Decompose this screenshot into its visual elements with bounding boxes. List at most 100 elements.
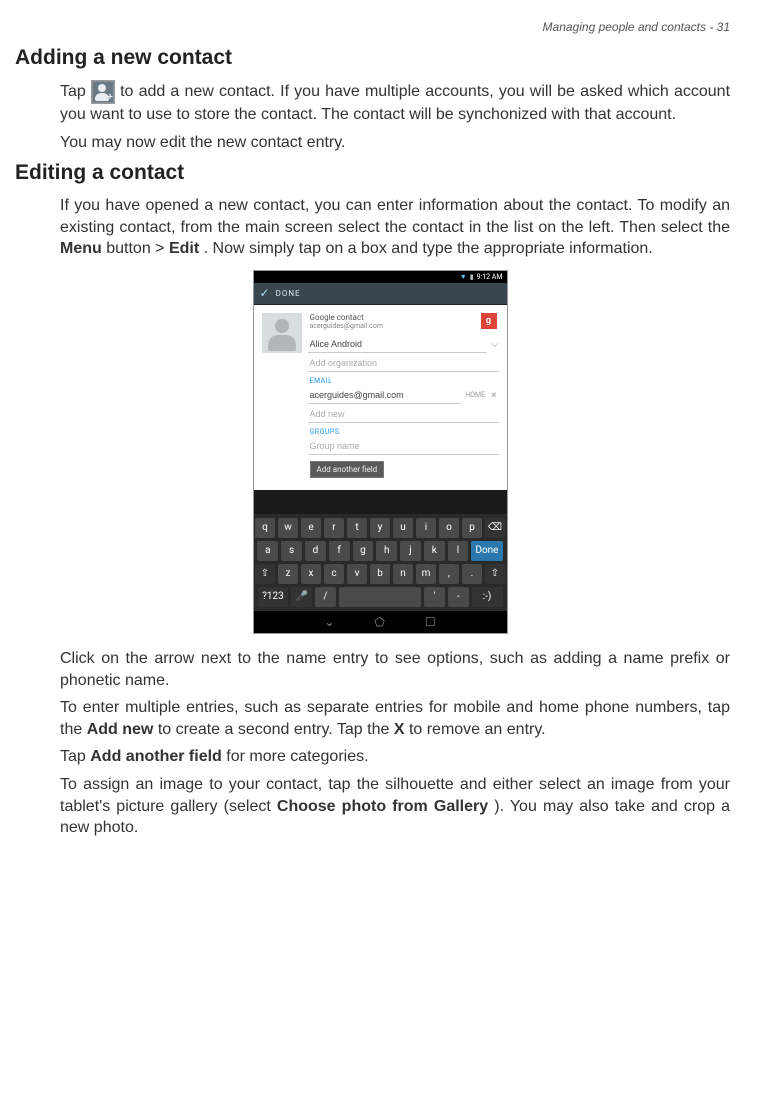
wifi-icon: ▼ — [460, 273, 467, 281]
key[interactable]: x — [301, 564, 321, 584]
key[interactable]: n — [393, 564, 413, 584]
text-fragment: button > — [106, 240, 169, 257]
bold-add-another-field: Add another field — [90, 748, 222, 765]
action-bar: ✓ DONE — [254, 283, 507, 305]
key[interactable]: w — [278, 518, 298, 538]
keyboard-row: ⇧ z x c v b n m , . ⇧ — [258, 564, 503, 584]
text-fragment: . Now simply tap on a box and type the a… — [204, 240, 653, 257]
key[interactable]: a — [257, 541, 278, 561]
key[interactable]: . — [462, 564, 482, 584]
group-name-field[interactable] — [308, 438, 499, 455]
bold-x: X — [394, 721, 405, 738]
chevron-down-icon[interactable]: ⌵ — [491, 339, 499, 350]
status-time: 9:12 AM — [477, 273, 503, 281]
done-check-icon[interactable]: ✓ — [260, 286, 270, 300]
key[interactable]: b — [370, 564, 390, 584]
heading-adding: Adding a new contact — [15, 46, 730, 70]
key[interactable]: r — [324, 518, 344, 538]
device-frame: ▼ ▮ 9:12 AM ✓ DONE Google contact acergu… — [253, 270, 508, 634]
name-field[interactable] — [308, 336, 487, 353]
keyboard-row: q w e r t y u i o p ⌫ — [258, 518, 503, 538]
recent-nav-icon[interactable]: ☐ — [425, 615, 436, 629]
account-row[interactable]: Google contact acerguides@gmail.com g — [308, 313, 499, 334]
bold-choose-photo: Choose photo from Gallery — [277, 798, 488, 815]
back-nav-icon[interactable]: ⌄ — [324, 615, 334, 629]
key[interactable]: f — [329, 541, 350, 561]
home-nav-icon[interactable]: ⬠ — [374, 615, 384, 629]
edit-contact-form: Google contact acerguides@gmail.com g ⌵ … — [254, 305, 507, 490]
battery-icon: ▮ — [470, 273, 474, 281]
paragraph-after-3: Tap Add another field for more categorie… — [60, 746, 730, 768]
keyboard-row: ?123 🎤 / ' - :-) — [258, 587, 503, 607]
remove-entry-icon[interactable]: × — [489, 390, 498, 401]
key[interactable]: ' — [424, 587, 445, 607]
figure-edit-contact-screenshot: ▼ ▮ 9:12 AM ✓ DONE Google contact acergu… — [30, 270, 730, 634]
status-bar: ▼ ▮ 9:12 AM — [254, 271, 507, 283]
groups-section-label: GROUPS — [308, 425, 499, 436]
page-header: Managing people and contacts - 31 — [30, 20, 730, 34]
system-nav-bar: ⌄ ⬠ ☐ — [254, 611, 507, 633]
bold-edit: Edit — [169, 240, 199, 257]
text-fragment: for more categories. — [226, 748, 368, 765]
key[interactable]: d — [305, 541, 326, 561]
add-another-field-button[interactable]: Add another field — [310, 461, 385, 478]
key[interactable]: z — [278, 564, 298, 584]
google-badge-icon: g — [481, 313, 497, 329]
key[interactable]: k — [424, 541, 445, 561]
heading-editing: Editing a contact — [15, 161, 730, 185]
avatar-silhouette[interactable] — [262, 313, 302, 353]
text-fragment: If you have opened a new contact, you ca… — [60, 197, 730, 236]
paragraph-after-2: To enter multiple entries, such as separ… — [60, 697, 730, 740]
key[interactable]: m — [416, 564, 436, 584]
paragraph-add-1: Tap + to add a new contact. If you have … — [60, 80, 730, 126]
shift-key[interactable]: ⇧ — [255, 564, 275, 584]
key[interactable]: g — [353, 541, 374, 561]
key[interactable]: v — [347, 564, 367, 584]
text-fragment: Tap — [60, 83, 91, 100]
space-key[interactable] — [339, 587, 422, 607]
paragraph-add-2: You may now edit the new contact entry. — [60, 132, 730, 154]
key[interactable]: i — [416, 518, 436, 538]
symbols-key[interactable]: ?123 — [258, 587, 289, 607]
account-type: Google contact — [310, 313, 383, 322]
key[interactable]: s — [281, 541, 302, 561]
text-fragment: to remove an entry. — [409, 721, 546, 738]
onscreen-keyboard: q w e r t y u i o p ⌫ a s d f g h j k — [254, 514, 507, 611]
backspace-key[interactable]: ⌫ — [485, 518, 505, 538]
key[interactable]: e — [301, 518, 321, 538]
key[interactable]: u — [393, 518, 413, 538]
key[interactable]: q — [255, 518, 275, 538]
paragraph-after-1: Click on the arrow next to the name entr… — [60, 648, 730, 691]
key[interactable]: p — [462, 518, 482, 538]
key[interactable]: y — [370, 518, 390, 538]
mic-key[interactable]: 🎤 — [291, 587, 312, 607]
done-button[interactable]: DONE — [276, 289, 301, 298]
dim-overlay — [254, 490, 507, 514]
key[interactable]: h — [376, 541, 397, 561]
key[interactable]: , — [439, 564, 459, 584]
add-new-field[interactable] — [308, 406, 499, 423]
key[interactable]: / — [315, 587, 336, 607]
add-contact-icon: + — [91, 80, 115, 104]
key[interactable]: o — [439, 518, 459, 538]
organization-field[interactable] — [308, 355, 499, 372]
key[interactable]: - — [448, 587, 469, 607]
key[interactable]: l — [448, 541, 469, 561]
key[interactable]: t — [347, 518, 367, 538]
account-email: acerguides@gmail.com — [310, 322, 383, 330]
text-fragment: to create a second entry. Tap the — [158, 721, 394, 738]
shift-key[interactable]: ⇧ — [485, 564, 505, 584]
key[interactable]: j — [400, 541, 421, 561]
email-field[interactable] — [308, 387, 462, 404]
email-type-label[interactable]: HOME — [465, 391, 485, 399]
paragraph-after-4: To assign an image to your contact, tap … — [60, 774, 730, 839]
text-fragment: Tap — [60, 748, 90, 765]
paragraph-edit-intro: If you have opened a new contact, you ca… — [60, 195, 730, 260]
emoji-key[interactable]: :-) — [472, 587, 503, 607]
done-key[interactable]: Done — [471, 541, 502, 561]
key[interactable]: c — [324, 564, 344, 584]
email-section-label: EMAIL — [308, 374, 499, 385]
bold-menu: Menu — [60, 240, 102, 257]
text-fragment: to add a new contact. If you have multip… — [60, 83, 730, 123]
keyboard-row: a s d f g h j k l Done — [258, 541, 503, 561]
